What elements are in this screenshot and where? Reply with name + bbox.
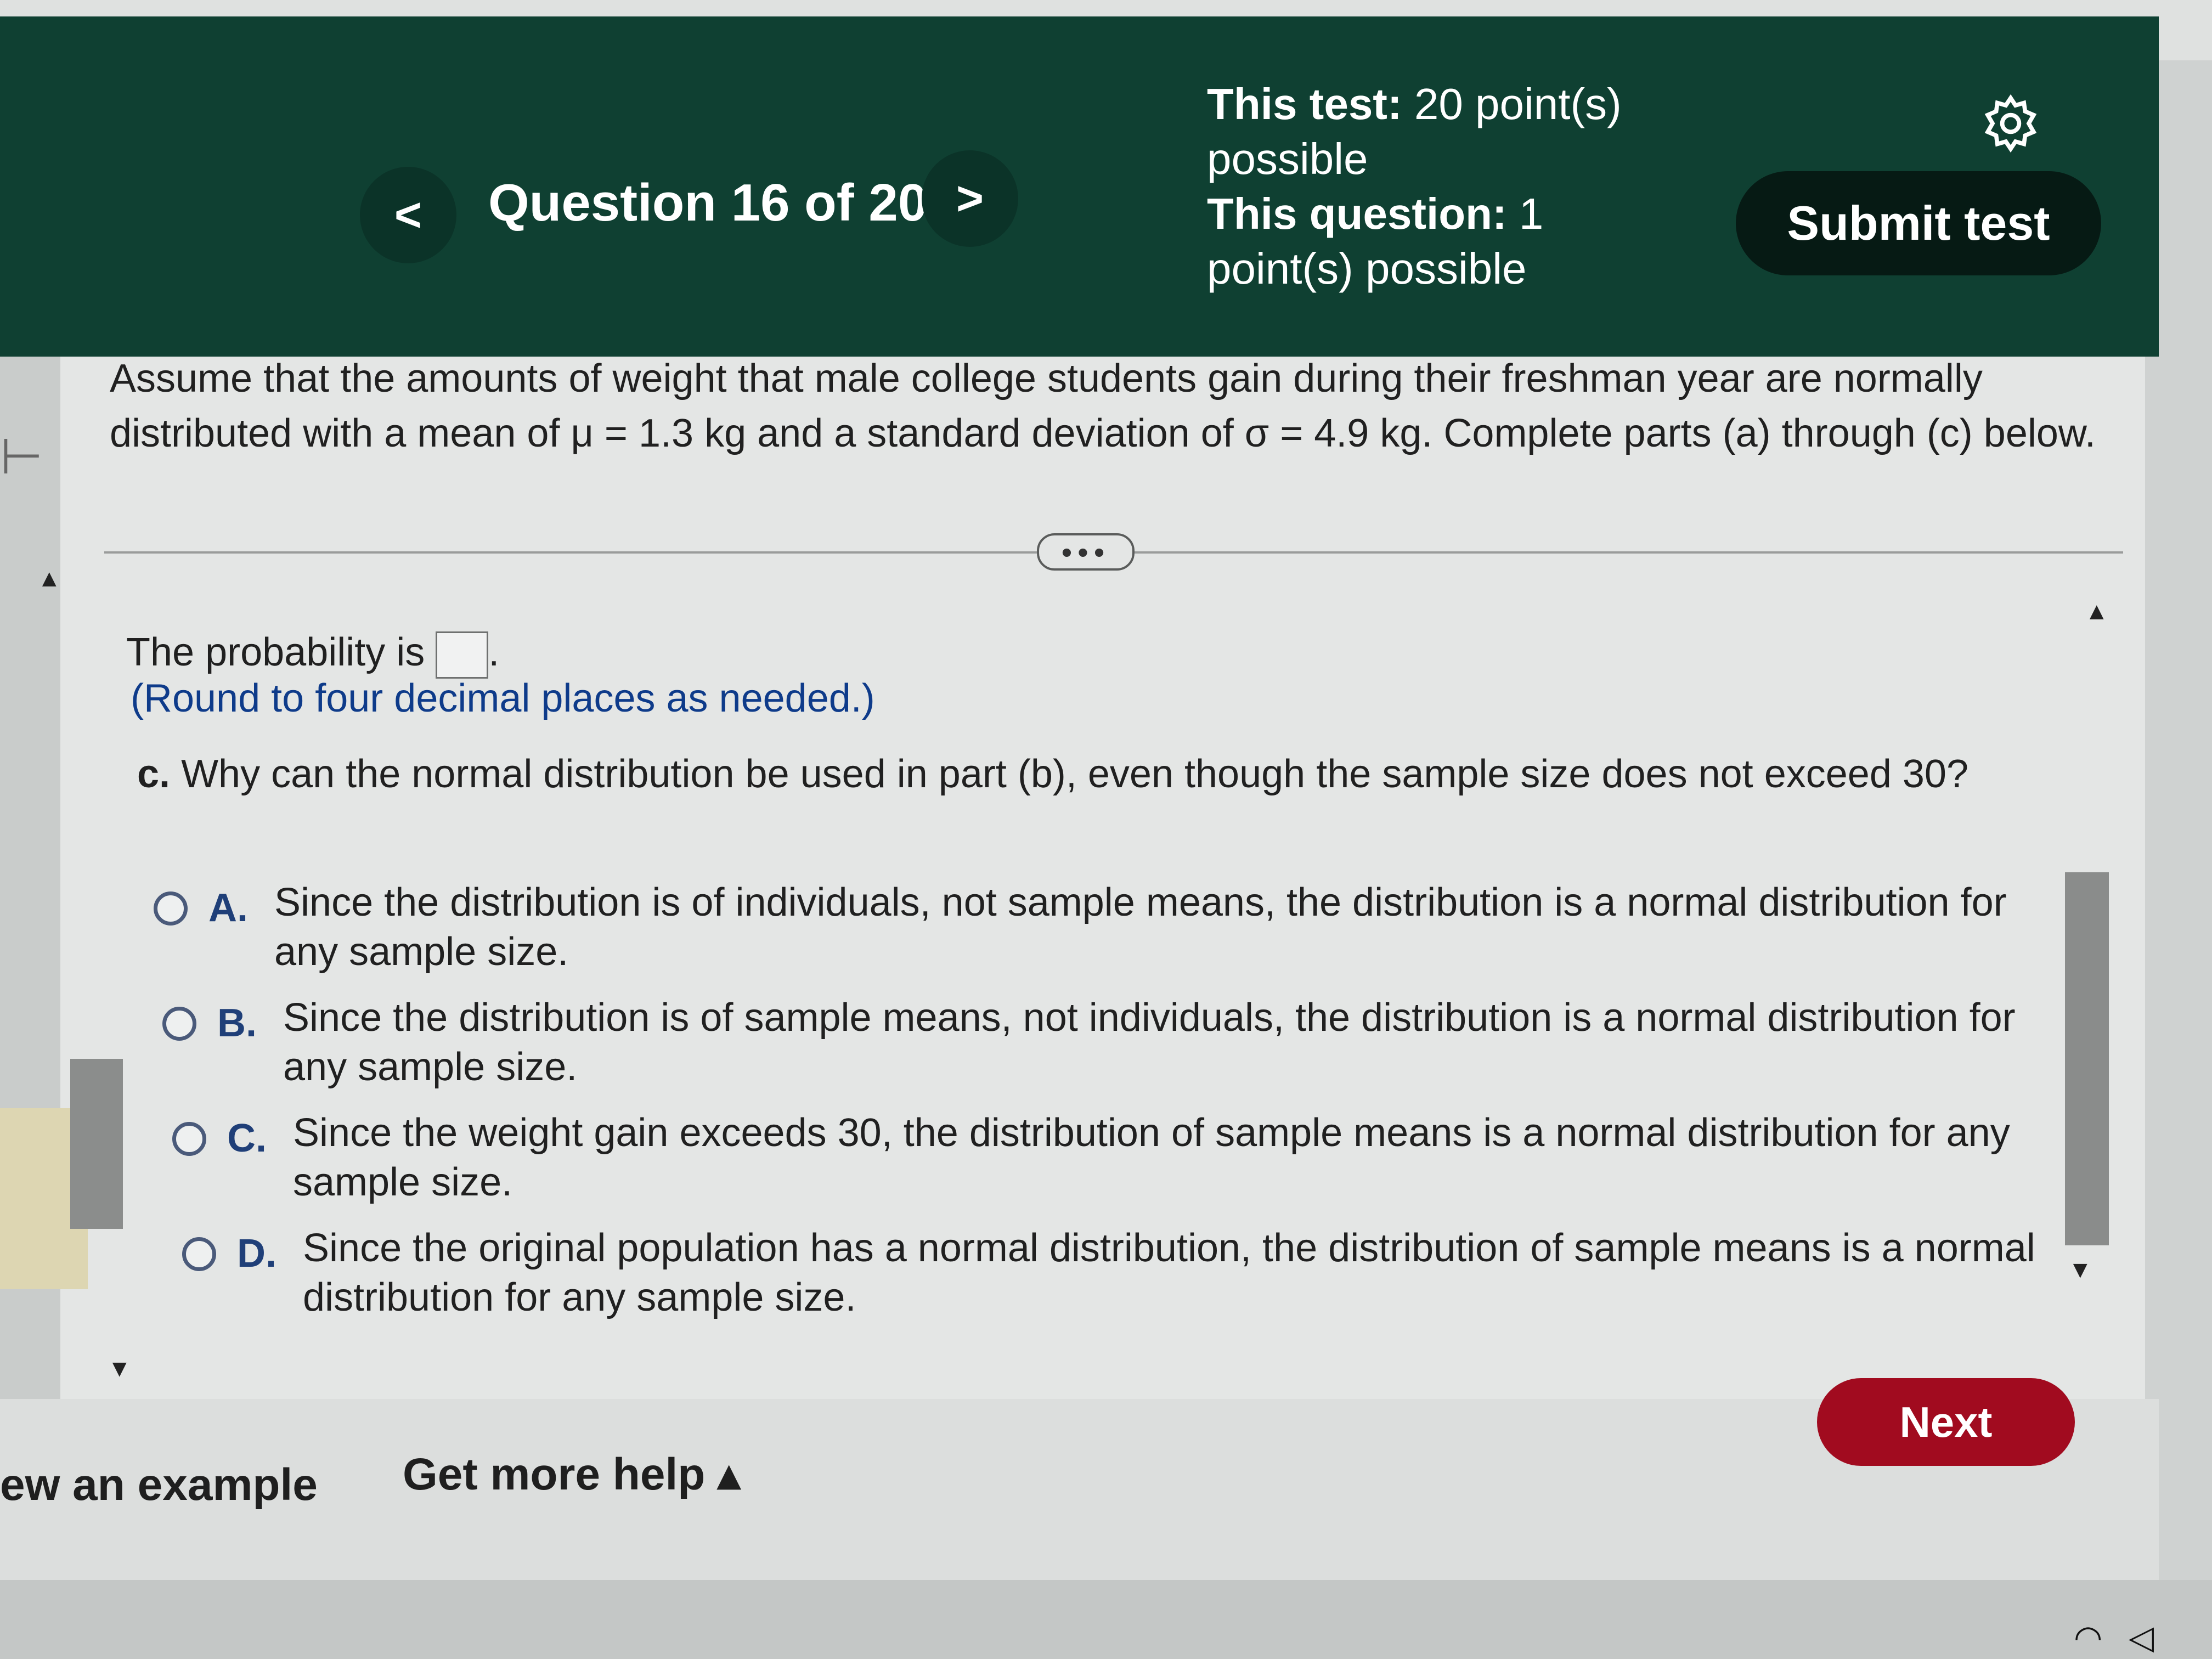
option-d-radio[interactable]: [182, 1237, 216, 1271]
question-points-value: 1: [1519, 189, 1544, 238]
option-c-radio[interactable]: [172, 1122, 206, 1156]
submit-test-button[interactable]: Submit test: [1736, 171, 2101, 275]
option-a-radio[interactable]: [154, 891, 188, 926]
option-d-text: Since the original population has a norm…: [303, 1226, 2035, 1319]
left-scroll-up-icon[interactable]: ▲: [37, 565, 61, 592]
option-b-letter: B.: [217, 1001, 257, 1045]
option-b-text: Since the distribution is of sample mean…: [283, 996, 2016, 1089]
problem-statement: Assume that the amounts of weight that m…: [110, 357, 2096, 455]
option-a-letter: A.: [208, 886, 248, 930]
question-points-suffix: point(s) possible: [1207, 244, 1527, 293]
gear-icon[interactable]: [1980, 93, 2041, 154]
right-scroll-up-icon[interactable]: ▲: [2085, 598, 2109, 625]
probability-answer-input[interactable]: [436, 631, 489, 679]
question-points-label: This question:: [1207, 189, 1507, 238]
test-points-value: 20 point(s): [1414, 80, 1622, 128]
part-c-text: Why can the normal distribution be used …: [181, 752, 1968, 796]
probability-line: The probability is.: [126, 630, 499, 679]
option-c-letter: C.: [227, 1116, 267, 1160]
right-scrollbar[interactable]: [2065, 872, 2109, 1245]
volume-icon[interactable]: ◁: [2129, 1618, 2154, 1657]
right-scroll-down-icon[interactable]: ▼: [2068, 1256, 2092, 1284]
next-button[interactable]: Next: [1817, 1378, 2075, 1466]
probability-suffix: .: [488, 630, 500, 674]
option-b-radio[interactable]: [162, 1007, 196, 1041]
os-taskbar: [0, 1580, 2212, 1659]
probability-prefix: The probability is: [126, 630, 425, 674]
expand-more-button[interactable]: •••: [1037, 533, 1135, 571]
collapse-icon[interactable]: ⊢: [0, 428, 43, 486]
question-counter: Question 16 of 20: [488, 173, 928, 232]
part-c-question: c. Why can the normal distribution be us…: [137, 752, 1968, 797]
rounding-note: (Round to four decimal places as needed.…: [131, 676, 875, 720]
part-c-label: c.: [137, 752, 171, 796]
test-points-label: This test:: [1207, 80, 1402, 128]
get-more-help-link[interactable]: Get more help ▴: [403, 1448, 740, 1500]
option-c-text: Since the weight gain exceeds 30, the di…: [293, 1111, 2010, 1204]
next-question-button[interactable]: >: [922, 150, 1018, 247]
previous-question-button[interactable]: <: [360, 167, 456, 263]
test-header: < Question 16 of 20 > This test: 20 poin…: [0, 16, 2159, 357]
left-scroll-down-icon[interactable]: ▼: [108, 1355, 132, 1383]
view-example-link[interactable]: ew an example: [0, 1459, 318, 1511]
points-info: This test: 20 point(s) possible This que…: [1207, 77, 1622, 296]
option-d-letter: D.: [237, 1232, 276, 1276]
option-a-text: Since the distribution is of individuals…: [274, 881, 2007, 974]
wifi-icon[interactable]: ◠: [2074, 1618, 2102, 1657]
test-points-suffix: possible: [1207, 134, 1368, 183]
left-scrollbar[interactable]: [70, 1059, 123, 1229]
